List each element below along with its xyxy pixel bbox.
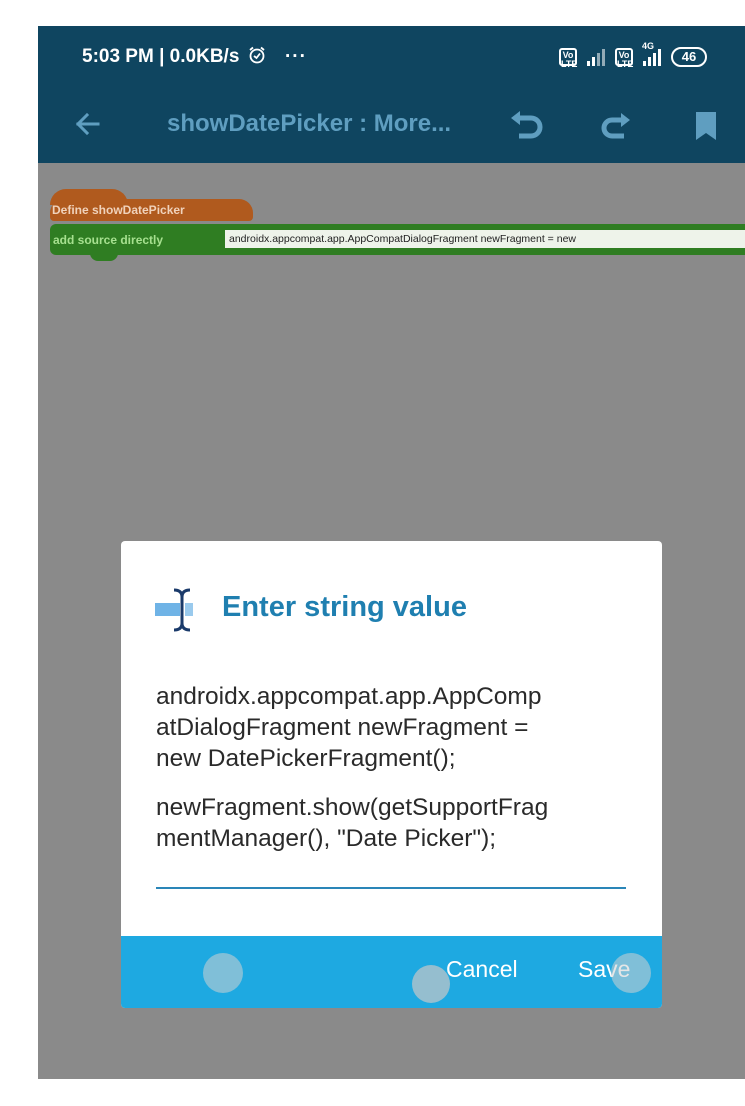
cancel-button[interactable]: Cancel xyxy=(446,956,518,983)
block-notch xyxy=(90,253,118,261)
status-time-text: 5:03 PM | 0.0KB/s xyxy=(82,46,240,67)
bookmark-icon[interactable] xyxy=(686,106,726,146)
top-bars: 5:03 PM | 0.0KB/s ··· Vo LTE Vo LTE 4G 4… xyxy=(38,26,745,163)
volte-badge-sim2: Vo LTE xyxy=(615,48,634,69)
source-block-label: add source directly xyxy=(53,233,164,247)
status-icons: Vo LTE Vo LTE 4G 46 xyxy=(559,41,707,70)
app-bar: showDatePicker : More... xyxy=(38,90,745,163)
touch-indicator xyxy=(611,953,651,993)
signal-icon-sim1 xyxy=(587,48,605,66)
battery-indicator: 46 xyxy=(671,47,707,67)
status-bar: 5:03 PM | 0.0KB/s ··· Vo LTE Vo LTE 4G 4… xyxy=(38,26,745,90)
touch-indicator xyxy=(412,965,450,1003)
more-indicator: ··· xyxy=(284,46,307,67)
alarm-icon xyxy=(249,46,265,64)
network-indicator: 4G xyxy=(642,41,661,66)
input-line: atDialogFragment newFragment = xyxy=(156,714,529,741)
undo-icon[interactable] xyxy=(507,106,547,146)
define-block-label: Define showDatePicker xyxy=(52,203,185,217)
phone-screen: 5:03 PM | 0.0KB/s ··· Vo LTE Vo LTE 4G 4… xyxy=(38,26,745,1079)
define-block[interactable]: Define showDatePicker xyxy=(50,189,253,221)
input-line: new DatePickerFragment(); xyxy=(156,745,456,772)
network-type: 4G xyxy=(642,41,655,51)
string-value-input[interactable]: androidx.appcompat.app.AppComp atDialogF… xyxy=(156,681,626,889)
source-block-value[interactable]: androidx.appcompat.app.AppCompatDialogFr… xyxy=(225,230,745,248)
touch-indicator xyxy=(203,953,243,993)
input-line: androidx.appcompat.app.AppComp xyxy=(156,683,542,710)
input-line: mentManager(), "Date Picker"); xyxy=(156,825,497,852)
volte-badge-sim1: Vo LTE xyxy=(559,48,578,69)
string-input-dialog: Enter string value androidx.appcompat.ap… xyxy=(121,541,662,1008)
input-blank-line xyxy=(156,774,626,792)
redo-icon[interactable] xyxy=(594,106,634,146)
text-cursor-icon xyxy=(155,588,193,632)
arrow-left-icon[interactable] xyxy=(68,104,108,144)
page-title: showDatePicker : More... xyxy=(167,110,452,137)
add-source-block[interactable]: add source directly androidx.appcompat.a… xyxy=(50,224,745,261)
input-line: newFragment.show(getSupportFrag xyxy=(156,794,549,821)
status-time: 5:03 PM | 0.0KB/s ··· xyxy=(82,46,307,68)
dialog-actions: Cancel Save xyxy=(121,936,662,1008)
dialog-title: Enter string value xyxy=(222,591,467,623)
